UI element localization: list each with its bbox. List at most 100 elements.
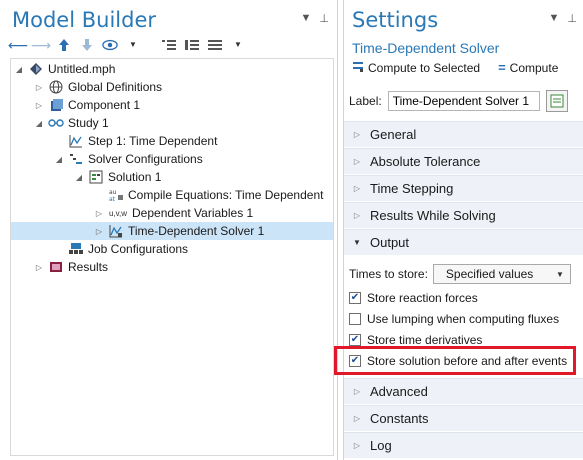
expand-triangle-icon: ▷ [353, 130, 361, 139]
section-output[interactable]: ▼ Output [344, 229, 583, 255]
label-row: Label: [349, 90, 568, 112]
tree-node-label: Step 1: Time Dependent [88, 134, 218, 148]
expand-all-icon[interactable] [184, 37, 200, 53]
globe-icon [48, 79, 64, 95]
checkbox-label: Store solution before and after events [367, 354, 568, 368]
compute-to-selected-button[interactable]: Compute to Selected [368, 61, 480, 75]
pin-icon[interactable]: ⊥ [319, 12, 329, 25]
chevron-down-icon: ▼ [556, 269, 564, 279]
list-view-dropdown-chevron-icon[interactable]: ▼ [230, 37, 246, 53]
back-arrow-icon[interactable]: ⟵ [8, 37, 28, 53]
panel-menu-icon[interactable]: ▼ [549, 12, 560, 25]
section-constants[interactable]: ▷ Constants [344, 405, 583, 431]
section-absolute-tolerance[interactable]: ▷ Absolute Tolerance [344, 148, 583, 174]
svg-text:at: at [109, 196, 116, 203]
expand-triangle-icon[interactable]: ▷ [33, 101, 45, 110]
pin-icon[interactable]: ⊥ [567, 12, 577, 25]
forward-arrow-icon[interactable]: ⟶ [31, 37, 51, 53]
move-down-icon[interactable] [79, 37, 95, 53]
tree-node-label: Compile Equations: Time Dependent [128, 188, 324, 202]
model-builder-toolbar: ⟵ ⟶ ▼ ▼ [8, 37, 246, 53]
times-to-store-row: Times to store: Specified values ▼ [349, 264, 571, 284]
edit-label-button[interactable] [545, 90, 568, 112]
tree-node-dependent-variables-1[interactable]: ▷ u,v,w Dependent Variables 1 [93, 204, 253, 222]
expand-triangle-icon: ▷ [353, 387, 361, 396]
model-builder-window-controls: ▼ ⊥ [301, 12, 329, 25]
panel-menu-icon[interactable]: ▼ [301, 12, 312, 25]
model-tree: ◢ Untitled.mph ▷ Global Definitions ▷ Co… [10, 58, 334, 456]
use-lumping-checkbox[interactable]: Use lumping when computing fluxes [349, 310, 559, 328]
tree-node-global-definitions[interactable]: ▷ Global Definitions [33, 78, 162, 96]
section-results-while-solving[interactable]: ▷ Results While Solving [344, 202, 583, 228]
tree-node-label: Untitled.mph [48, 62, 116, 76]
tree-node-label: Time-Dependent Solver 1 [128, 224, 265, 238]
checkbox-checked-icon[interactable]: ✔ [349, 292, 361, 304]
tree-node-label: Component 1 [68, 98, 141, 112]
svg-text:au: au [109, 189, 117, 196]
section-label: Advanced [370, 384, 428, 399]
section-log[interactable]: ▷ Log [344, 432, 583, 458]
store-time-derivatives-checkbox[interactable]: ✔ Store time derivatives [349, 331, 482, 349]
section-time-stepping[interactable]: ▷ Time Stepping [344, 175, 583, 201]
collapse-triangle-icon[interactable]: ◢ [33, 119, 45, 128]
collapse-all-icon[interactable] [161, 37, 177, 53]
tree-node-component-1[interactable]: ▷ Component 1 [33, 96, 140, 114]
list-view-icon[interactable] [207, 37, 223, 53]
tree-node-compile-equations[interactable]: au at Compile Equations: Time Dependent [93, 186, 323, 204]
solver-configurations-icon [68, 151, 84, 167]
edit-note-icon [550, 94, 564, 108]
collapse-triangle-icon[interactable]: ◢ [73, 173, 85, 182]
compute-button[interactable]: Compute [510, 61, 559, 75]
section-label: Time Stepping [370, 181, 454, 196]
tree-node-step-1[interactable]: Step 1: Time Dependent [53, 132, 217, 150]
tree-node-untitled-mph[interactable]: ◢ Untitled.mph [13, 60, 115, 78]
expand-triangle-icon[interactable]: ▷ [33, 83, 45, 92]
settings-window-controls: ▼ ⊥ [549, 12, 577, 25]
tree-node-job-configurations[interactable]: Job Configurations [53, 240, 188, 258]
tree-node-results[interactable]: ▷ Results [33, 258, 108, 276]
tree-node-time-dependent-solver-1[interactable]: ▷ Time-Dependent Solver 1 [11, 222, 333, 240]
checkbox-label: Store reaction forces [367, 291, 478, 305]
checkbox-checked-icon[interactable]: ✔ [349, 355, 361, 367]
eye-dropdown-chevron-icon[interactable]: ▼ [125, 37, 141, 53]
section-label: General [370, 127, 417, 142]
tree-node-solver-configurations[interactable]: ◢ Solver Configurations [53, 150, 203, 168]
section-advanced[interactable]: ▷ Advanced [344, 378, 583, 404]
tree-node-study-1[interactable]: ◢ Study 1 [33, 114, 109, 132]
time-dependent-solver-icon [108, 223, 124, 239]
model-builder-title: Model Builder [12, 8, 156, 32]
study-icon [48, 115, 64, 131]
dependent-variables-icon: u,v,w [108, 208, 128, 218]
label-field[interactable] [387, 91, 540, 111]
model-builder-panel: Model Builder ▼ ⊥ ⟵ ⟶ ▼ ▼ ◢ Untitled.mph… [0, 0, 338, 460]
checkbox-label: Use lumping when computing fluxes [367, 312, 560, 326]
section-label: Results While Solving [370, 208, 496, 223]
times-to-store-select[interactable]: Specified values ▼ [432, 264, 571, 284]
show-more-options-eye-icon[interactable] [102, 37, 118, 53]
checkbox-checked-icon[interactable]: ✔ [349, 334, 361, 346]
section-general[interactable]: ▷ General [344, 121, 583, 147]
tree-node-label: Job Configurations [88, 242, 189, 256]
tree-node-solution-1[interactable]: ◢ Solution 1 [73, 168, 161, 186]
time-dependent-step-icon [68, 133, 84, 149]
settings-panel: Settings ▼ ⊥ Time-Dependent Solver Compu… [343, 0, 583, 460]
checkbox-unchecked-icon[interactable] [349, 313, 361, 325]
expand-triangle-icon[interactable]: ▷ [93, 227, 105, 236]
compute-to-selected-icon [352, 60, 364, 75]
collapse-triangle-icon: ▼ [353, 238, 361, 247]
times-to-store-value: Specified values [445, 267, 534, 281]
collapse-triangle-icon[interactable]: ◢ [13, 65, 25, 74]
expand-triangle-icon: ▷ [353, 211, 361, 220]
label-caption: Label: [349, 94, 382, 108]
model-icon [28, 61, 44, 77]
checkbox-label: Store time derivatives [367, 333, 483, 347]
move-up-icon[interactable] [56, 37, 72, 53]
expand-triangle-icon: ▷ [353, 441, 361, 450]
expand-triangle-icon[interactable]: ▷ [33, 263, 45, 272]
times-to-store-label: Times to store: [349, 267, 428, 281]
store-solution-before-after-events-checkbox[interactable]: ✔ Store solution before and after events [349, 352, 567, 370]
model-builder-header: Model Builder ▼ ⊥ ⟵ ⟶ ▼ ▼ [0, 0, 337, 58]
store-reaction-forces-checkbox[interactable]: ✔ Store reaction forces [349, 289, 478, 307]
collapse-triangle-icon[interactable]: ◢ [53, 155, 65, 164]
expand-triangle-icon[interactable]: ▷ [93, 209, 105, 218]
